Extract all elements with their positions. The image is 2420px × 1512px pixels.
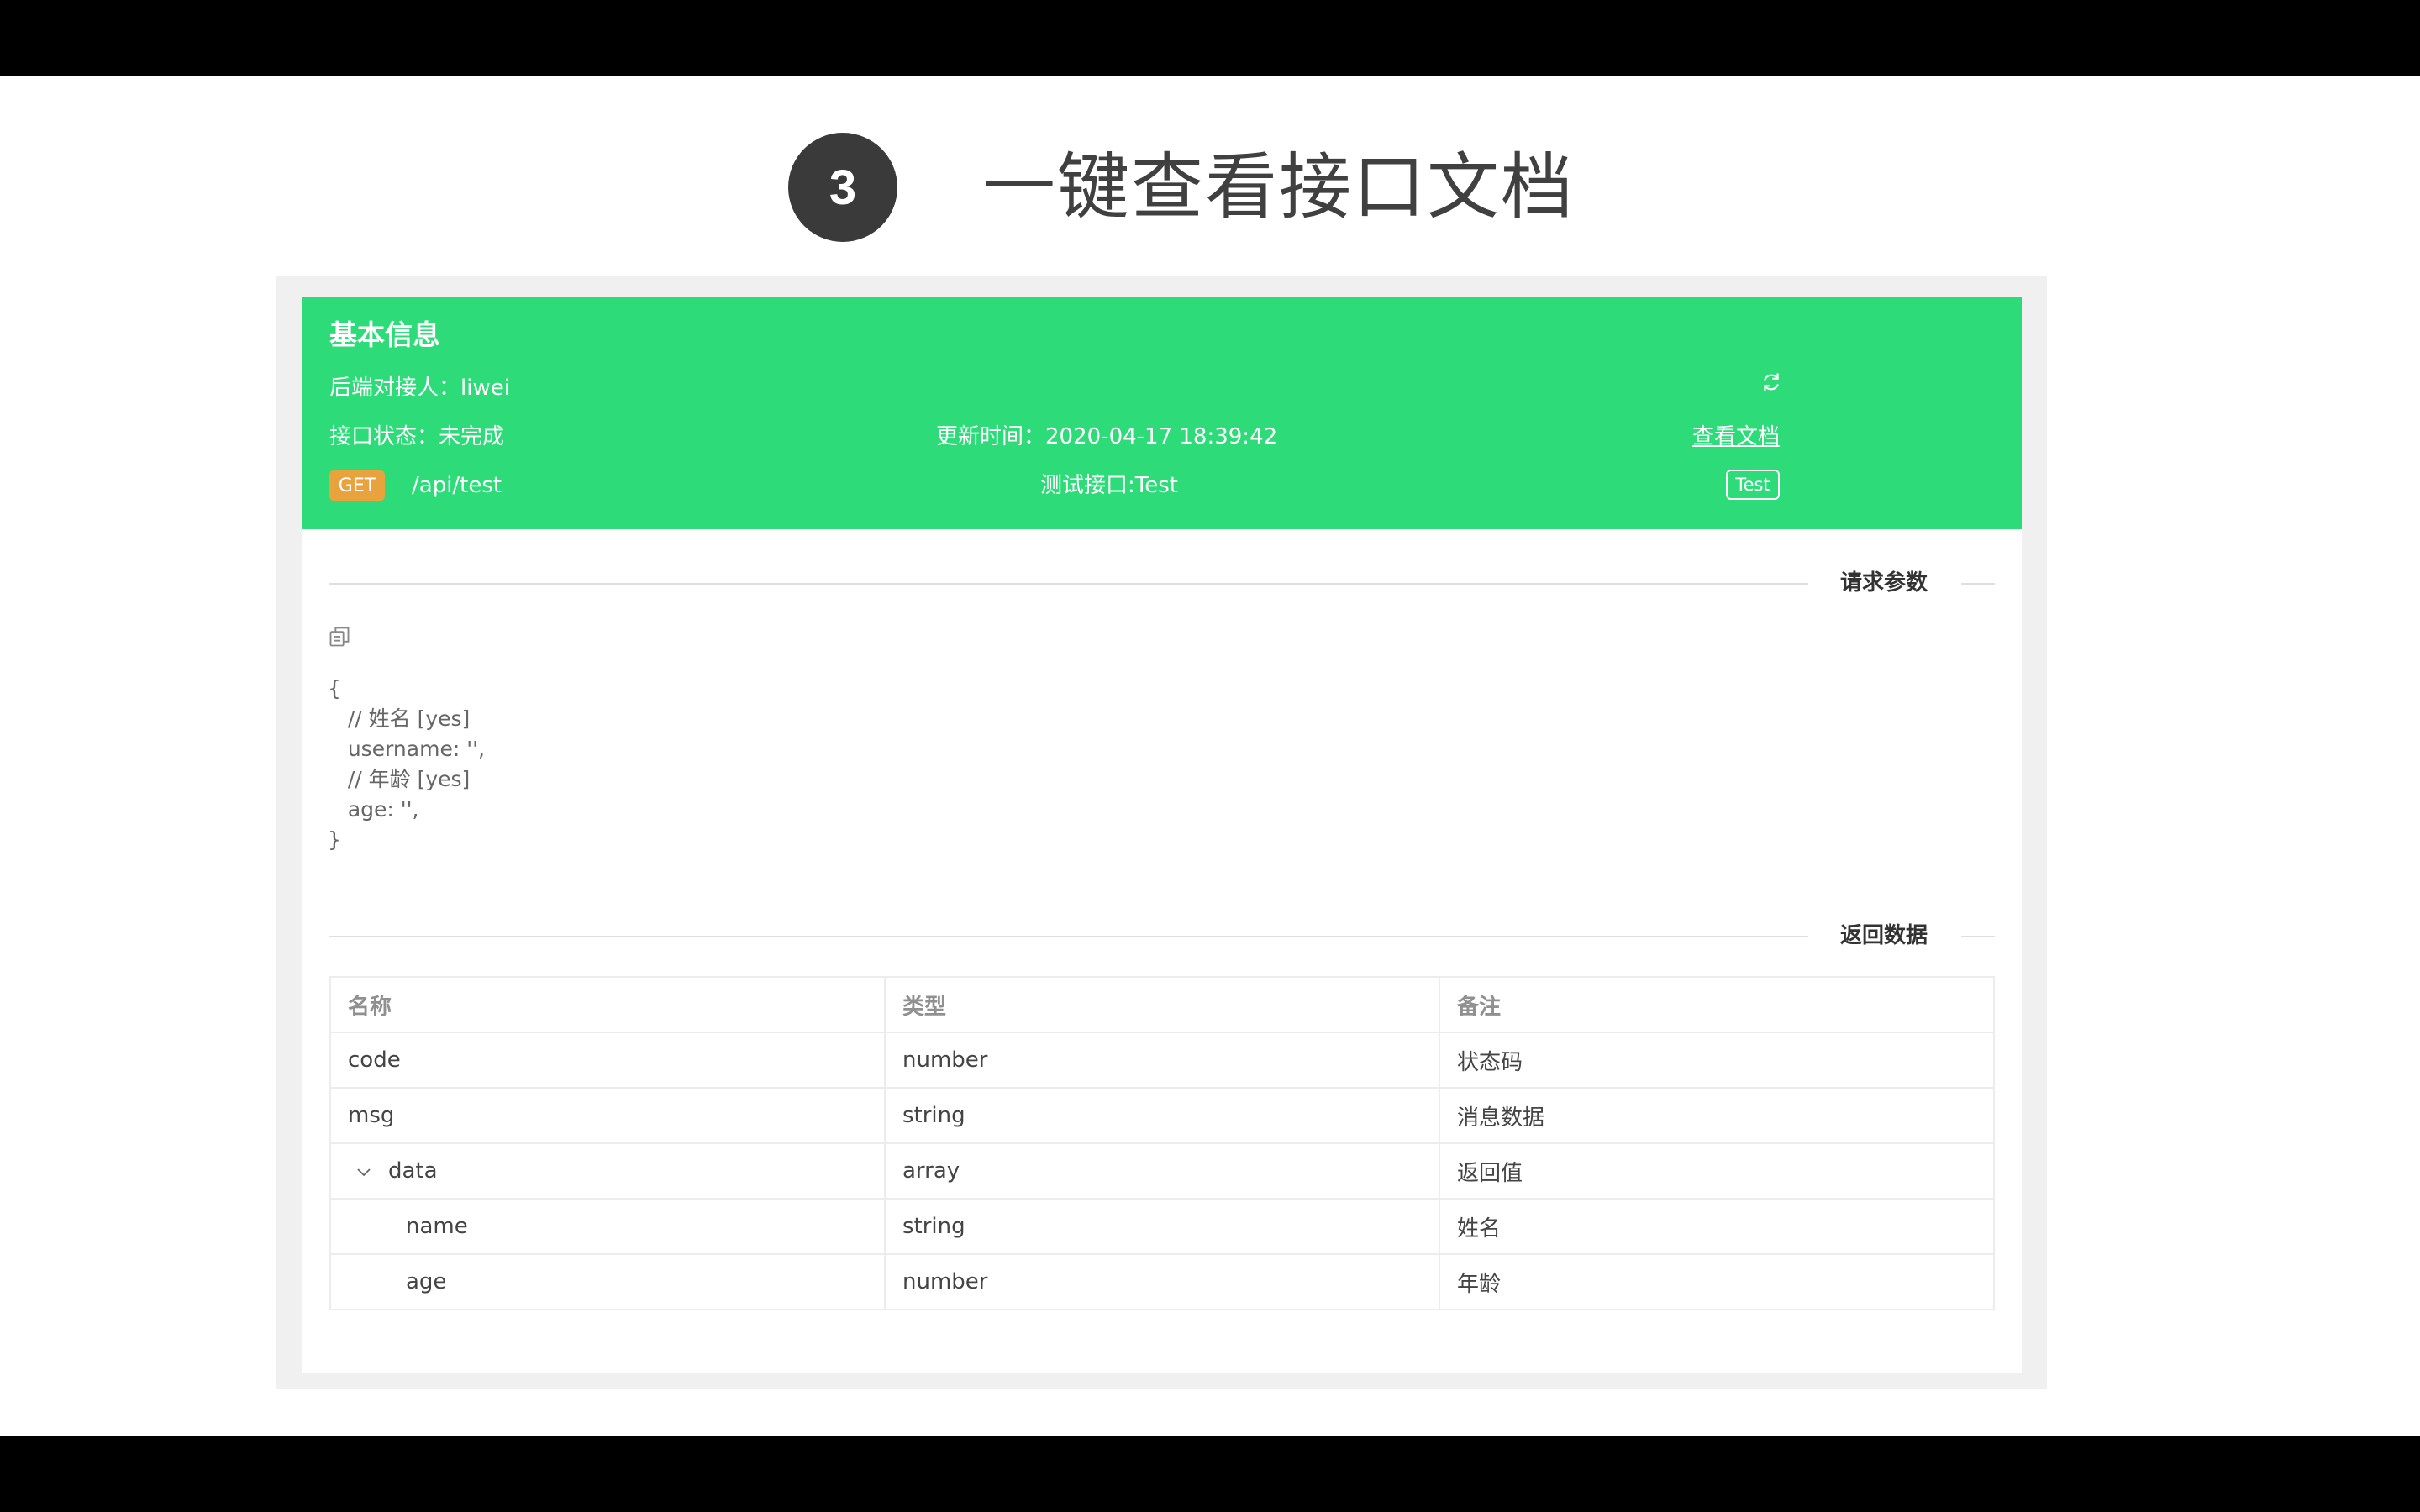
cell-type: number — [884, 1032, 1440, 1089]
cell-name: name — [329, 1198, 886, 1255]
cell-name-text: data — [388, 1158, 438, 1184]
table-header-row: 名称 类型 备注 — [329, 976, 1995, 1033]
table-row: name string 姓名 — [329, 1198, 1995, 1255]
response-data-label: 返回数据 — [1840, 923, 1928, 948]
cell-note: 状态码 — [1439, 1032, 1995, 1089]
status-label: 接口状态： — [329, 424, 439, 449]
api-doc-panel: 基本信息 后端对接人：liwei 接口状态：未完成 更新时间：2020-04-1… — [302, 297, 2022, 1373]
status-value: 未完成 — [439, 424, 505, 449]
updated-row: 更新时间：2020-04-17 18:39:42 — [936, 420, 1277, 454]
test-button[interactable]: Test — [1726, 470, 1780, 500]
cell-type: string — [884, 1198, 1440, 1255]
cell-type: string — [884, 1087, 1440, 1144]
column-header-note: 备注 — [1439, 976, 1995, 1033]
basic-info-header: 基本信息 后端对接人：liwei 接口状态：未完成 更新时间：2020-04-1… — [302, 297, 2022, 529]
owner-label: 后端对接人： — [329, 375, 461, 401]
cell-name: code — [329, 1032, 886, 1089]
cell-type: number — [884, 1253, 1440, 1310]
response-data-divider: 返回数据 — [329, 919, 1995, 953]
owner-row: 后端对接人：liwei — [329, 371, 510, 405]
basic-info-title: 基本信息 — [329, 318, 440, 351]
table-row: age number 年龄 — [329, 1253, 1995, 1310]
owner-value: liwei — [460, 375, 510, 401]
cell-note: 年龄 — [1439, 1253, 1995, 1310]
response-table: 名称 类型 备注 code number 状态码 msg string 消息数据 — [329, 976, 1995, 1310]
cell-note: 姓名 — [1439, 1198, 1995, 1255]
request-params-divider: 请求参数 — [329, 566, 1995, 600]
step-number-badge: 3 — [788, 133, 897, 242]
cell-name: data — [329, 1142, 886, 1200]
cell-note: 返回值 — [1439, 1142, 1995, 1200]
slide-title: 一键查看接口文档 — [983, 145, 1575, 229]
copy-icon[interactable] — [328, 625, 351, 648]
column-header-type: 类型 — [884, 976, 1440, 1033]
table-row: msg string 消息数据 — [329, 1087, 1995, 1144]
api-name: 测试接口:Test — [1040, 473, 1178, 498]
view-doc-link[interactable]: 查看文档 — [1692, 420, 1780, 454]
updated-label: 更新时间： — [936, 424, 1046, 449]
cell-note: 消息数据 — [1439, 1087, 1995, 1144]
cell-name: age — [329, 1253, 886, 1310]
http-method-badge: GET — [329, 470, 385, 501]
request-params-label: 请求参数 — [1840, 570, 1928, 596]
updated-value: 2020-04-17 18:39:42 — [1045, 424, 1278, 449]
refresh-icon[interactable] — [1760, 371, 1782, 393]
cell-name: msg — [329, 1087, 886, 1144]
request-params-code: { // 姓名 [yes] username: '', // 年龄 [yes] … — [328, 676, 485, 852]
column-header-name: 名称 — [329, 976, 886, 1033]
status-row: 接口状态：未完成 — [329, 420, 504, 454]
table-row: code number 状态码 — [329, 1032, 1995, 1089]
letterbox-top — [0, 0, 2420, 76]
chevron-down-icon[interactable] — [356, 1158, 378, 1184]
table-row-expandable: data array 返回值 — [329, 1142, 1995, 1200]
cell-type: array — [884, 1142, 1440, 1200]
api-path: /api/test — [412, 473, 502, 498]
letterbox-bottom — [0, 1436, 2420, 1512]
